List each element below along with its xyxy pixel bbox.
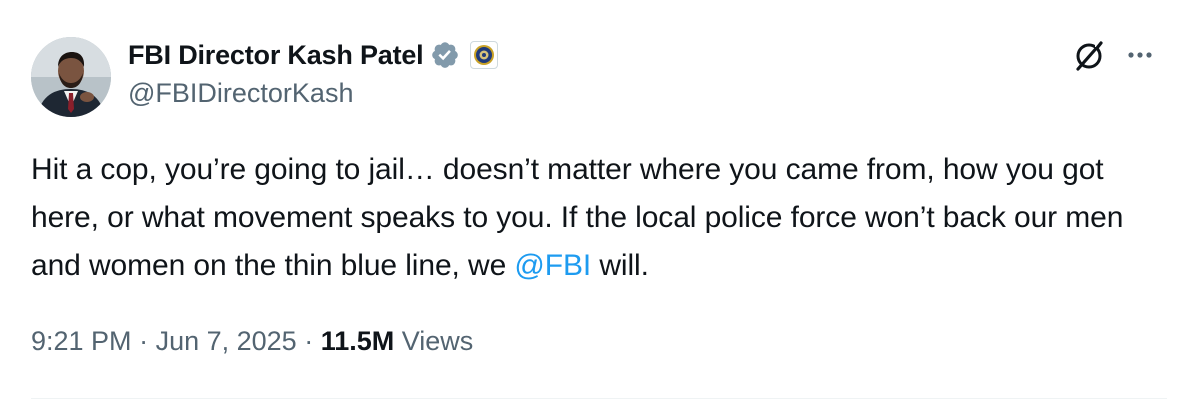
meta-separator: · <box>296 326 321 356</box>
more-icon[interactable] <box>1125 40 1155 70</box>
tweet-text: Hit a cop, you’re going to jail… doesn’t… <box>31 146 1171 290</box>
author-handle[interactable]: @FBIDirectorKash <box>128 78 353 109</box>
fbi-seal-icon[interactable] <box>469 41 498 69</box>
tweet-time[interactable]: 9:21 PM <box>31 326 132 356</box>
tweet-meta: 9:21 PM · Jun 7, 2025 · 11.5M Views <box>31 326 473 357</box>
views-count: 11.5M <box>320 326 395 356</box>
avatar-photo <box>31 37 111 117</box>
divider <box>31 398 1167 399</box>
verified-badge-icon[interactable] <box>430 40 460 70</box>
meta-separator: · <box>131 326 156 356</box>
mention-link[interactable]: @FBI <box>514 249 591 282</box>
author-name-row: FBI Director Kash Patel <box>128 36 498 74</box>
grok-icon[interactable] <box>1071 38 1107 74</box>
tweet-date[interactable]: Jun 7, 2025 <box>156 326 297 356</box>
views-label: Views <box>401 326 474 356</box>
tweet-text-part: will. <box>591 249 649 282</box>
tweet-card[interactable]: FBI Director Kash Patel @FBIDirectorKash <box>0 0 1198 402</box>
avatar[interactable] <box>31 37 111 117</box>
author-display-name[interactable]: FBI Director Kash Patel <box>128 40 424 71</box>
